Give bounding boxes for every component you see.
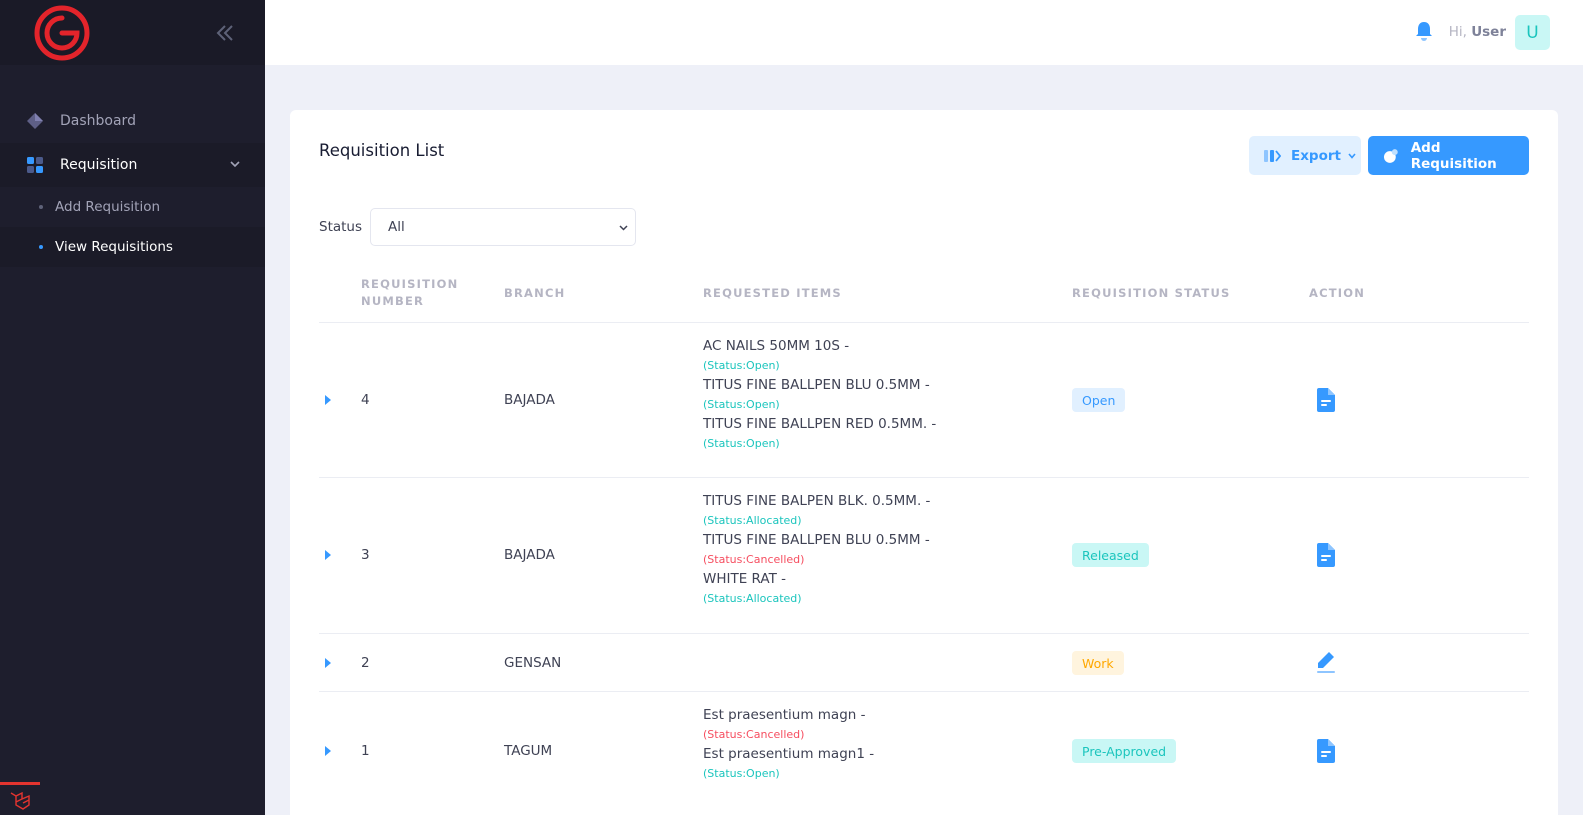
item-status: (Status:Cancelled)	[703, 553, 805, 566]
laravel-debugbar-icon[interactable]	[0, 782, 40, 815]
bullet-icon	[39, 245, 43, 249]
bell-icon[interactable]	[1415, 21, 1433, 41]
branch: BAJADA	[504, 547, 555, 563]
page-title: Requisition List	[319, 141, 445, 160]
requisition-card: Requisition List Export Add Requisition …	[290, 110, 1558, 815]
item-status: (Status:Open)	[703, 767, 780, 780]
export-label: Export	[1291, 147, 1341, 164]
item-status: (Status:Allocated)	[703, 514, 802, 527]
item-name: TITUS FINE BALLPEN RED 0.5MM. -	[703, 416, 937, 432]
sidebar: Dashboard Requisition Add Requisition Vi…	[0, 0, 265, 815]
document-icon[interactable]	[1315, 543, 1337, 567]
grid-icon	[25, 155, 45, 175]
sidebar-subitem-add-requisition[interactable]: Add Requisition	[0, 187, 265, 227]
bullet-icon	[39, 205, 43, 209]
table-row: 3 BAJADA TITUS FINE BALPEN BLK. 0.5MM. -…	[319, 478, 1529, 634]
branch: TAGUM	[504, 743, 553, 759]
status-badge: Work	[1072, 651, 1124, 675]
item-name: TITUS FINE BALLPEN BLU 0.5MM -	[703, 532, 930, 548]
sidebar-subitem-label: Add Requisition	[55, 199, 161, 215]
chevron-down-icon	[619, 225, 628, 231]
expand-row-icon[interactable]	[323, 657, 333, 669]
avatar[interactable]: U	[1515, 15, 1550, 50]
table-row: 1 TAGUM Est praesentium magn - (Status:C…	[319, 692, 1529, 810]
table-header: REQUISITION NUMBER BRANCH REQUESTED ITEM…	[319, 270, 1529, 323]
sidebar-subitem-label: View Requisitions	[55, 239, 173, 255]
item-status: (Status:Open)	[703, 437, 780, 450]
add-circle-icon	[1383, 148, 1398, 163]
item-name: TITUS FINE BALPEN BLK. 0.5MM. -	[703, 493, 931, 509]
table-row: 4 BAJADA AC NAILS 50MM 10S - (Status:Ope…	[319, 323, 1529, 478]
pencil-icon[interactable]	[1315, 650, 1337, 674]
requested-items: Est praesentium magn - (Status:Cancelled…	[703, 706, 874, 784]
export-icon	[1264, 149, 1281, 162]
column-header-requisition-status[interactable]: REQUISITION STATUS	[1072, 285, 1231, 302]
status-filter-select[interactable]: All	[370, 208, 636, 246]
requisition-number: 3	[361, 547, 370, 563]
sidebar-item-requisition[interactable]: Requisition	[0, 143, 265, 187]
collapse-sidebar-icon[interactable]	[214, 22, 236, 44]
item-name: AC NAILS 50MM 10S -	[703, 338, 850, 354]
chevron-down-icon	[230, 161, 240, 168]
sidebar-subitem-view-requisitions[interactable]: View Requisitions	[0, 227, 265, 267]
requisition-number: 4	[361, 392, 370, 408]
sidebar-item-label: Requisition	[60, 157, 138, 173]
item-name: Est praesentium magn1 -	[703, 746, 875, 762]
item-name: Est praesentium magn -	[703, 707, 866, 723]
expand-row-icon[interactable]	[323, 394, 333, 406]
document-icon[interactable]	[1315, 388, 1337, 412]
user-greeting[interactable]: Hi, User	[1449, 24, 1506, 40]
status-filter-label: Status	[319, 219, 363, 235]
expand-row-icon[interactable]	[323, 745, 333, 757]
status-filter-value: All	[388, 219, 405, 235]
top-header: Hi, User U	[265, 0, 1583, 65]
add-requisition-label: Add Requisition	[1410, 139, 1497, 172]
sidebar-item-label: Dashboard	[60, 113, 136, 129]
requested-items: AC NAILS 50MM 10S - (Status:Open) TITUS …	[703, 337, 936, 454]
brand-logo-icon[interactable]	[32, 4, 92, 62]
export-button[interactable]: Export	[1249, 136, 1361, 175]
item-status: (Status:Open)	[703, 398, 780, 411]
sidebar-brand	[0, 0, 265, 65]
column-header-action: ACTION	[1309, 286, 1366, 300]
document-icon[interactable]	[1315, 739, 1337, 763]
column-header-requested-items[interactable]: REQUESTED ITEMS	[703, 285, 842, 302]
chevron-down-icon	[1348, 152, 1356, 159]
item-name: WHITE RAT -	[703, 571, 786, 587]
status-badge: Released	[1072, 543, 1149, 567]
branch: BAJADA	[504, 392, 555, 408]
status-badge: Pre-Approved	[1072, 739, 1177, 763]
requisition-number: 2	[361, 655, 370, 671]
table-row: 2 GENSAN Work	[319, 634, 1529, 692]
column-header-branch[interactable]: BRANCH	[504, 285, 565, 302]
sidebar-item-dashboard[interactable]: Dashboard	[0, 99, 265, 143]
requisition-number: 1	[361, 743, 370, 759]
item-status: (Status:Cancelled)	[703, 728, 805, 741]
greeting-text: Hi,	[1448, 24, 1467, 40]
item-status: (Status:Allocated)	[703, 592, 802, 605]
status-badge: Open	[1072, 388, 1126, 412]
column-header-requisition-number[interactable]: REQUISITION NUMBER	[361, 276, 471, 310]
user-name: User	[1471, 24, 1506, 40]
requested-items: TITUS FINE BALPEN BLK. 0.5MM. - (Status:…	[703, 492, 930, 609]
item-status: (Status:Open)	[703, 359, 780, 372]
branch: GENSAN	[504, 655, 562, 671]
diamond-icon	[25, 111, 45, 131]
sidebar-menu: Dashboard Requisition Add Requisition Vi…	[0, 65, 265, 267]
add-requisition-button[interactable]: Add Requisition	[1368, 136, 1529, 175]
item-name: TITUS FINE BALLPEN BLU 0.5MM -	[703, 377, 930, 393]
expand-row-icon[interactable]	[323, 549, 333, 561]
